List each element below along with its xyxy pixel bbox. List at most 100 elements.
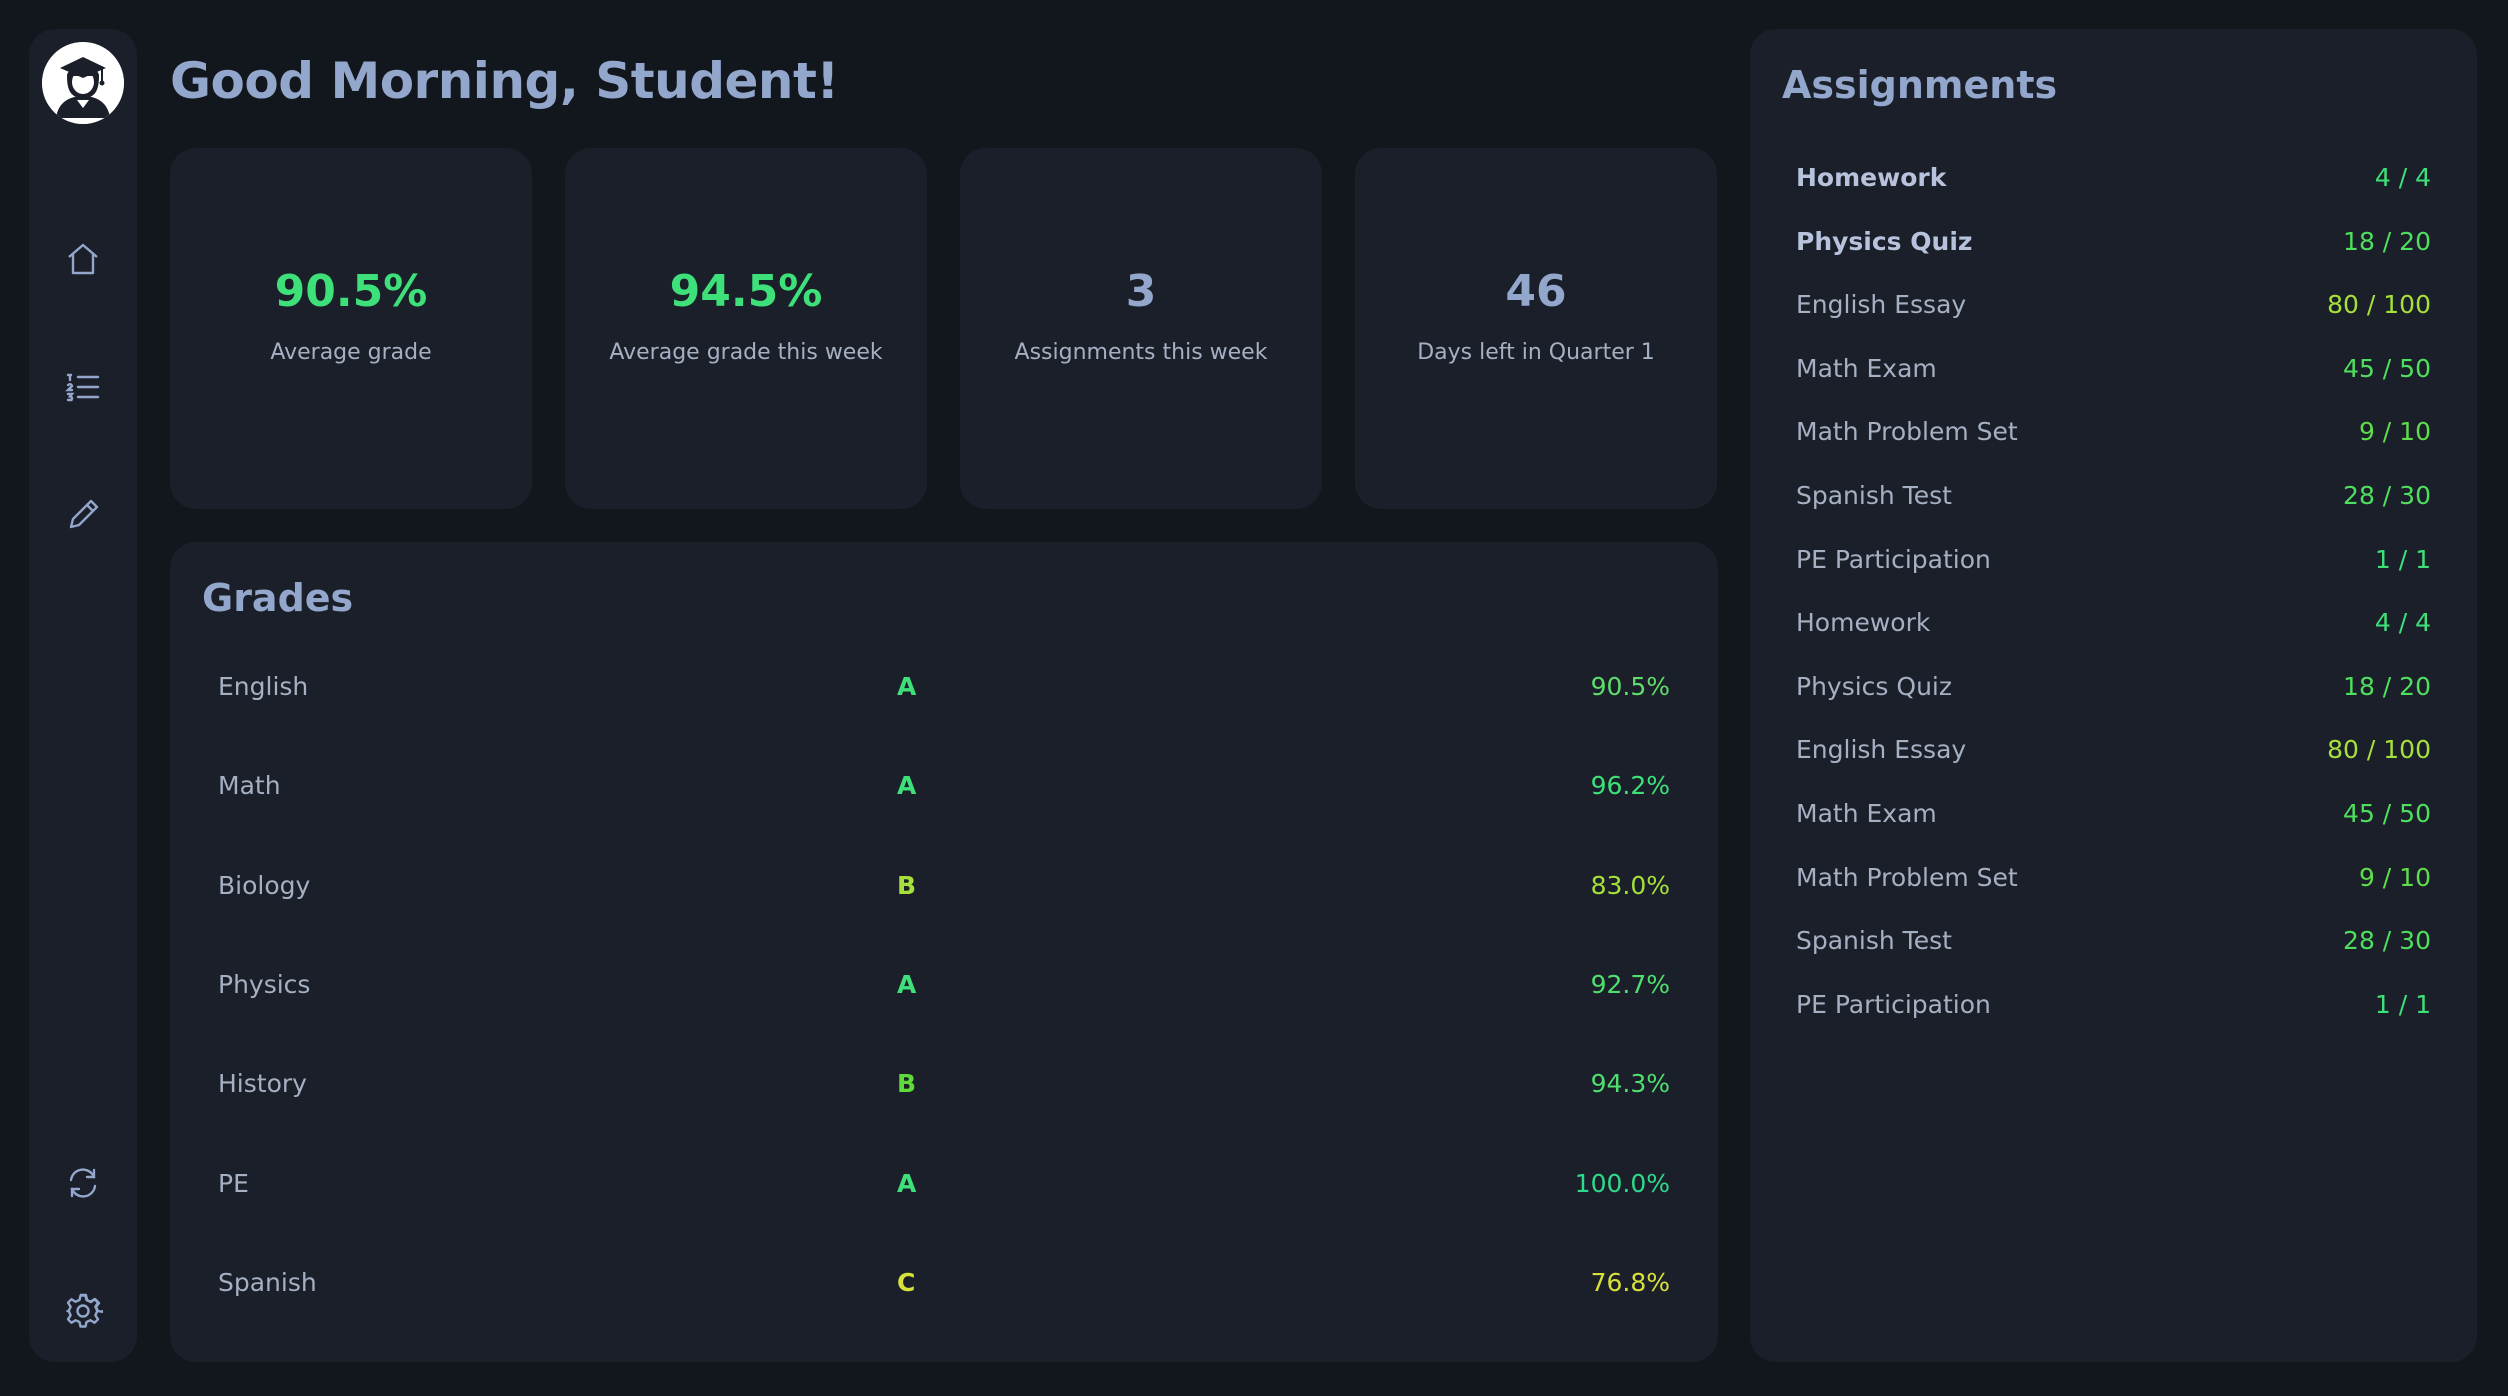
stat-card-weekly-average: 94.5% Average grade this week (565, 148, 927, 509)
grade-row[interactable]: English A 90.5% (202, 658, 1686, 718)
assignment-name: PE Participation (1796, 989, 1991, 1019)
grade-subject: PE (218, 1168, 249, 1198)
grade-letter: A (897, 1168, 917, 1198)
grade-row[interactable]: Biology B 83.0% (202, 857, 1686, 917)
grade-subject: Biology (218, 870, 311, 900)
refresh-icon (69, 1168, 97, 1198)
assignment-name: PE Participation (1796, 544, 1991, 574)
grade-subject: History (218, 1069, 307, 1099)
stat-card-days-left: 46 Days left in Quarter 1 (1355, 148, 1717, 509)
assignment-score: 28 / 30 (2343, 926, 2431, 956)
pencil-icon (69, 499, 99, 529)
grade-row[interactable]: History B 94.3% (202, 1055, 1686, 1115)
settings-button[interactable] (59, 1287, 107, 1335)
avatar[interactable] (42, 42, 124, 124)
assignment-name: English Essay (1796, 290, 1967, 320)
grade-percent: 76.8% (1590, 1267, 1670, 1297)
grade-letter: A (897, 672, 917, 701)
assignment-name: Physics Quiz (1796, 671, 1952, 701)
grade-row[interactable]: PE A 100.0% (202, 1155, 1686, 1215)
assignment-score: 18 / 20 (2343, 671, 2431, 701)
assignment-name: Physics Quiz (1796, 226, 1973, 256)
stat-value: 46 (1505, 266, 1567, 317)
grade-percent: 83.0% (1590, 870, 1670, 900)
assignment-score: 1 / 1 (2374, 989, 2431, 1019)
assignment-row[interactable]: Spanish Test 28 / 30 (1780, 916, 2447, 968)
assignments-panel: Assignments Homework 4 / 4 Physics Quiz 18 … (1750, 29, 2477, 1362)
assignment-row[interactable]: PE Participation 1 / 1 (1780, 980, 2447, 1032)
assignment-row[interactable]: Physics Quiz 18 / 20 (1780, 662, 2447, 714)
assignment-score: 45 / 50 (2343, 799, 2431, 828)
grades-panel: Grades English A 90.5% Math A 96.2% Biology B 83… (170, 542, 1718, 1362)
assignment-row[interactable]: Math Exam 45 / 50 (1780, 789, 2447, 841)
assignment-row[interactable]: English Essay 80 / 100 (1780, 280, 2447, 332)
stat-label: Average grade this week (609, 340, 883, 365)
assignment-score: 18 / 20 (2343, 226, 2431, 256)
assignment-row[interactable]: Homework 4 / 4 (1780, 153, 2447, 205)
assignments-title: Assignments (1782, 63, 2058, 107)
refresh-button[interactable] (59, 1159, 107, 1207)
assignment-score: 80 / 100 (2327, 735, 2431, 765)
stat-card-average-grade: 90.5% Average grade (170, 148, 532, 509)
grade-letter: C (897, 1267, 916, 1297)
grade-subject: English (218, 672, 309, 701)
assignment-row[interactable]: Spanish Test 28 / 30 (1780, 471, 2447, 523)
dashboard-app: Good Morning, Student! 90.5% Average gra… (0, 0, 2508, 1396)
grade-letter: B (897, 870, 917, 900)
grade-letter: B (897, 1069, 917, 1099)
assignment-row[interactable]: Math Problem Set 9 / 10 (1780, 853, 2447, 905)
assignment-name: Math Problem Set (1796, 862, 2018, 892)
assignment-score: 80 / 100 (2327, 290, 2431, 320)
grade-subject: Physics (218, 969, 311, 999)
stat-value: 90.5% (274, 266, 428, 317)
stat-label: Days left in Quarter 1 (1417, 340, 1655, 365)
assignment-score: 45 / 50 (2343, 353, 2431, 383)
assignment-row[interactable]: PE Participation 1 / 1 (1780, 535, 2447, 587)
assignment-row[interactable]: English Essay 80 / 100 (1780, 725, 2447, 777)
assignment-name: Math Exam (1796, 353, 1937, 383)
stat-value: 94.5% (669, 266, 823, 317)
assignment-score: 28 / 30 (2343, 481, 2431, 510)
gear-icon (66, 1293, 103, 1328)
assignment-name: Math Problem Set (1796, 417, 2018, 447)
assignment-name: Spanish Test (1796, 926, 1952, 956)
list-icon (65, 373, 100, 402)
assignment-name: Homework (1796, 163, 1947, 192)
grade-row[interactable]: Spanish C 76.8% (202, 1254, 1686, 1314)
nav-edit[interactable] (59, 491, 107, 539)
grade-letter: A (897, 969, 917, 999)
nav-list[interactable] (59, 363, 107, 411)
sidebar (29, 29, 137, 1362)
stat-label: Average grade (270, 340, 432, 365)
grade-percent: 92.7% (1590, 969, 1670, 999)
grade-letter: A (897, 771, 917, 801)
grade-percent: 96.2% (1590, 771, 1670, 801)
stat-label: Assignments this week (1014, 340, 1268, 365)
assignment-row[interactable]: Physics Quiz 18 / 20 (1780, 217, 2447, 269)
grade-percent: 90.5% (1590, 672, 1670, 701)
stat-card-assignments-week: 3 Assignments this week (960, 148, 1322, 509)
assignment-score: 1 / 1 (2374, 544, 2431, 574)
graduate-avatar-icon (42, 42, 124, 124)
page-title: Good Morning, Student! (170, 52, 839, 110)
grade-subject: Math (218, 771, 281, 801)
assignment-row[interactable]: Math Exam 45 / 50 (1780, 344, 2447, 396)
grade-row[interactable]: Physics A 92.7% (202, 956, 1686, 1016)
assignment-score: 4 / 4 (2374, 163, 2431, 192)
assignment-score: 4 / 4 (2374, 608, 2431, 638)
grade-percent: 94.3% (1590, 1069, 1670, 1099)
assignment-name: Spanish Test (1796, 481, 1952, 510)
home-icon (68, 243, 98, 275)
assignment-row[interactable]: Homework 4 / 4 (1780, 598, 2447, 650)
grades-title: Grades (202, 576, 354, 620)
assignment-row[interactable]: Math Problem Set 9 / 10 (1780, 407, 2447, 459)
assignment-score: 9 / 10 (2358, 417, 2431, 447)
assignment-name: English Essay (1796, 735, 1967, 765)
nav-home[interactable] (59, 235, 107, 283)
grade-row[interactable]: Math A 96.2% (202, 757, 1686, 817)
assignment-name: Math Exam (1796, 799, 1937, 828)
assignment-name: Homework (1796, 608, 1931, 638)
grade-percent: 100.0% (1574, 1168, 1670, 1198)
assignment-score: 9 / 10 (2358, 862, 2431, 892)
grade-subject: Spanish (218, 1267, 317, 1297)
